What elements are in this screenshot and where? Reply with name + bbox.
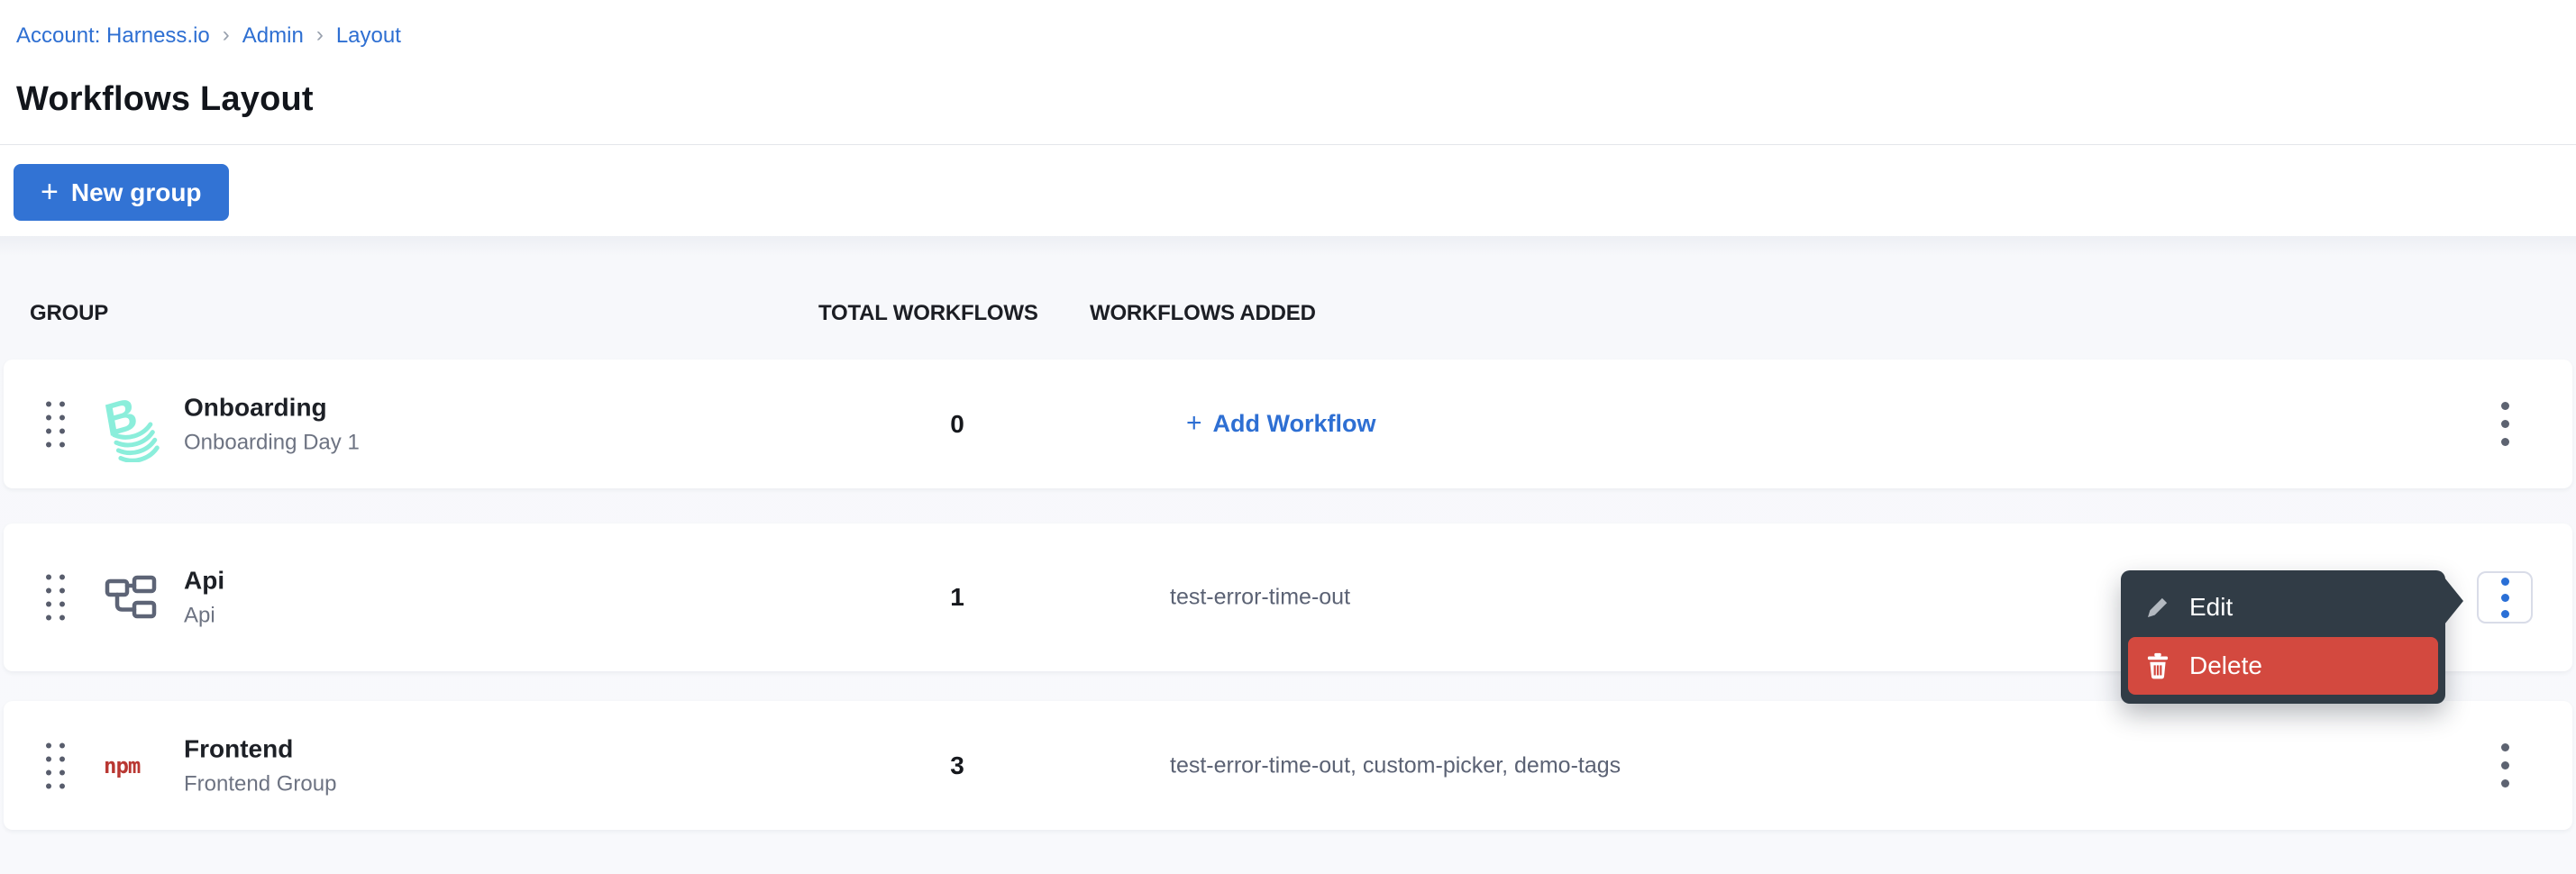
breadcrumb: Account: Harness.io › Admin › Layout — [16, 23, 401, 49]
add-workflow-label: Add Workflow — [1213, 410, 1376, 438]
svg-text:npm: npm — [104, 753, 141, 778]
group-description: Onboarding Day 1 — [184, 430, 360, 455]
table-row: npm Frontend Frontend Group 3 test-error… — [4, 701, 2572, 830]
npm-logo: npm — [96, 753, 166, 778]
menu-item-edit-label: Edit — [2189, 593, 2233, 622]
menu-item-delete-label: Delete — [2189, 651, 2262, 680]
breadcrumb-account-link[interactable]: Account: Harness.io — [16, 23, 210, 49]
row-menu-kebab-button[interactable] — [2477, 571, 2533, 624]
group-description: Api — [184, 604, 224, 629]
plus-icon: + — [41, 177, 59, 207]
total-workflows-count: 1 — [822, 583, 1092, 612]
column-header-total-workflows: TOTAL WORKFLOWS — [818, 301, 1089, 326]
plus-icon: + — [1186, 408, 1202, 439]
group-name: Frontend — [184, 734, 336, 763]
context-menu-arrow — [2444, 578, 2463, 624]
group-name: Api — [184, 567, 224, 596]
drag-handle-icon[interactable] — [46, 742, 65, 788]
drag-handle-icon[interactable] — [46, 575, 65, 621]
table-row: B Onboarding Onboarding Day 1 0 + Add Wo… — [4, 360, 2572, 488]
table-header-row: GROUP TOTAL WORKFLOWS WORKFLOWS ADDED — [0, 301, 2576, 328]
workflows-added-list: test-error-time-out — [1170, 585, 1350, 611]
row-context-menu: Edit Delete — [2121, 570, 2445, 704]
group-description: Frontend Group — [184, 771, 336, 797]
workflows-added-list: test-error-time-out, custom-picker, demo… — [1170, 752, 1621, 778]
pencil-icon — [2142, 594, 2173, 621]
new-group-button-label: New group — [71, 178, 202, 207]
drag-handle-icon[interactable] — [46, 401, 65, 447]
group-name-block: Frontend Frontend Group — [184, 734, 336, 797]
menu-item-delete[interactable]: Delete — [2128, 637, 2438, 695]
row-menu-kebab-icon[interactable] — [2477, 398, 2533, 451]
header-divider — [0, 144, 2576, 145]
add-workflow-link[interactable]: + Add Workflow — [1186, 409, 1376, 440]
column-header-group: GROUP — [30, 301, 108, 326]
menu-item-edit[interactable]: Edit — [2128, 578, 2438, 637]
chevron-right-icon: › — [316, 23, 324, 48]
total-workflows-count: 3 — [822, 751, 1092, 780]
column-header-workflows-added: WORKFLOWS ADDED — [1090, 301, 1316, 326]
trash-icon — [2142, 651, 2173, 680]
total-workflows-count: 0 — [822, 410, 1092, 439]
group-name-block: Api Api — [184, 567, 224, 629]
row-menu-kebab-icon[interactable] — [2477, 740, 2533, 792]
onboarding-stack-icon: B — [96, 387, 166, 462]
page-title: Workflows Layout — [16, 80, 314, 119]
workflow-sitemap-icon — [96, 575, 166, 620]
svg-text:B: B — [101, 387, 141, 446]
chevron-right-icon: › — [223, 23, 230, 48]
breadcrumb-admin-link[interactable]: Admin — [242, 23, 304, 49]
new-group-button[interactable]: + New group — [14, 164, 229, 221]
group-name: Onboarding — [184, 393, 360, 422]
breadcrumb-layout-link[interactable]: Layout — [336, 23, 401, 49]
group-name-block: Onboarding Onboarding Day 1 — [184, 393, 360, 455]
